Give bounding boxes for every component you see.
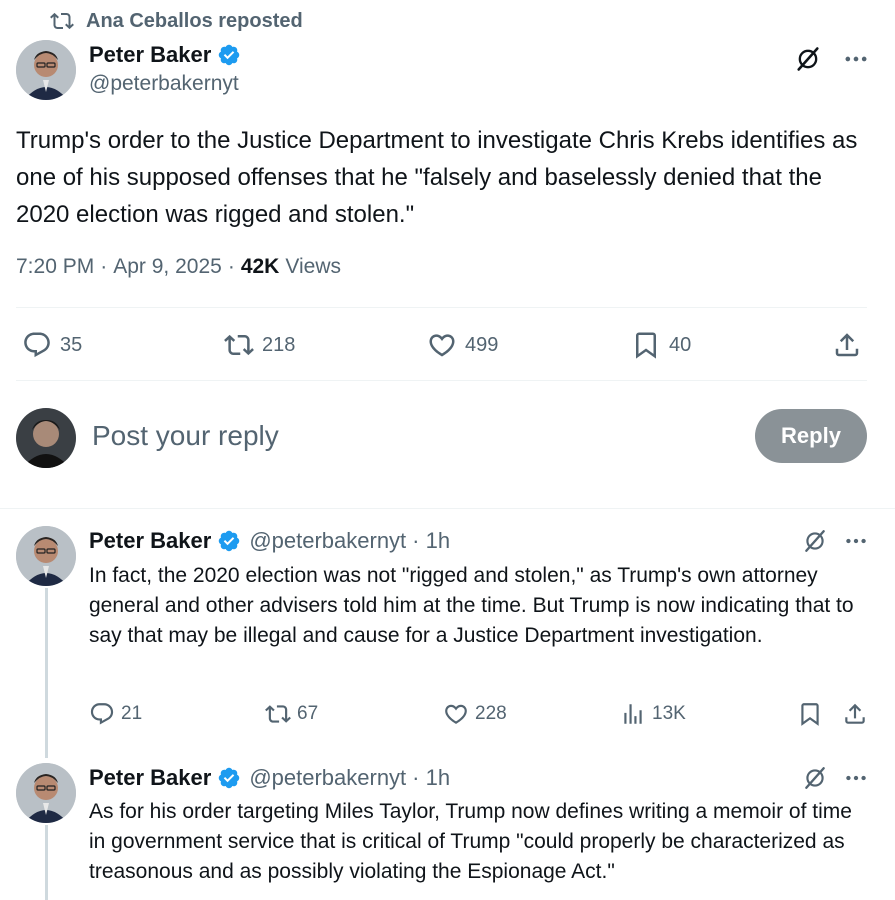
verified-badge-icon — [219, 767, 240, 789]
author-handle[interactable]: @peterbakernyt — [89, 72, 239, 96]
author-handle[interactable]: @peterbakernyt — [249, 528, 406, 554]
repost-count: 218 — [262, 333, 296, 356]
divider — [16, 307, 867, 308]
post-text: As for his order targeting Miles Taylor,… — [89, 800, 852, 883]
views-count: 42K — [240, 255, 280, 278]
share-action[interactable] — [832, 330, 870, 360]
share-icon — [835, 333, 859, 357]
author-handle[interactable]: @peterbakernyt — [249, 765, 406, 791]
reply-action[interactable]: 35 — [22, 330, 82, 360]
more-icon[interactable] — [843, 528, 869, 554]
verified-badge-icon — [219, 530, 240, 552]
verified-badge-icon — [219, 44, 240, 66]
divider — [0, 508, 895, 509]
thread-connector — [45, 588, 48, 758]
post-time[interactable]: · 1h — [412, 765, 450, 791]
views-label: Views — [285, 255, 341, 278]
bookmark-count: 40 — [669, 333, 692, 356]
repost-icon — [265, 705, 291, 723]
author-avatar[interactable] — [16, 526, 76, 586]
post-text: In fact, the 2020 election was not "rigg… — [89, 564, 854, 647]
post-meta: 7:20 PM · Apr 9, 2025 · 42K Views — [16, 255, 341, 279]
repost-action[interactable]: 67 — [265, 701, 318, 727]
reply-header: Peter Baker @peterbakernyt · 1h — [89, 763, 450, 793]
meta-separator: · — [227, 255, 235, 278]
repost-icon — [50, 12, 74, 30]
bookmark-action[interactable] — [797, 701, 829, 727]
share-action[interactable] — [842, 701, 874, 727]
reply-action[interactable]: 21 — [89, 701, 142, 727]
views-action[interactable]: 13K — [620, 701, 686, 727]
reply-button[interactable]: Reply — [755, 409, 867, 463]
views-icon — [624, 704, 642, 724]
author-name-row[interactable]: Peter Baker — [89, 40, 241, 70]
repost-icon — [224, 334, 254, 356]
like-icon — [429, 334, 455, 357]
repost-banner[interactable]: Ana Ceballos reposted — [50, 8, 303, 34]
views-count: 13K — [652, 703, 686, 724]
author-name[interactable]: Peter Baker — [89, 765, 211, 791]
divider — [16, 380, 867, 381]
more-icon[interactable] — [842, 45, 870, 73]
more-icon[interactable] — [843, 765, 869, 791]
author-name[interactable]: Peter Baker — [89, 42, 211, 68]
author-avatar[interactable] — [16, 40, 76, 100]
reply-input[interactable]: Post your reply — [92, 420, 279, 452]
grok-icon[interactable] — [802, 765, 828, 791]
like-action[interactable]: 228 — [443, 701, 507, 727]
repost-text: Ana Ceballos reposted — [86, 9, 303, 32]
post-text: Trump's order to the Justice Department … — [16, 127, 858, 228]
grok-icon[interactable] — [794, 45, 822, 73]
like-count: 228 — [475, 703, 507, 724]
reply-icon — [90, 703, 114, 725]
bookmark-icon — [636, 332, 656, 359]
bookmark-icon — [801, 703, 819, 726]
author-avatar[interactable] — [16, 763, 76, 823]
meta-separator: · — [100, 255, 108, 278]
repost-action[interactable]: 218 — [224, 330, 295, 360]
reply-icon — [24, 332, 50, 358]
like-icon — [445, 704, 467, 724]
thread-connector — [45, 825, 48, 900]
post-time[interactable]: 7:20 PM — [16, 255, 94, 279]
post-date[interactable]: Apr 9, 2025 — [113, 255, 222, 279]
current-user-avatar[interactable] — [16, 408, 76, 468]
post-time[interactable]: · 1h — [412, 528, 450, 554]
author-name[interactable]: Peter Baker — [89, 528, 211, 554]
repost-count: 67 — [297, 703, 319, 724]
bookmark-action[interactable]: 40 — [631, 330, 691, 360]
like-count: 499 — [465, 333, 499, 356]
reply-count: 35 — [60, 333, 83, 356]
share-icon — [845, 703, 865, 724]
like-action[interactable]: 499 — [427, 330, 498, 360]
reply-count: 21 — [121, 703, 143, 724]
grok-icon[interactable] — [802, 528, 828, 554]
reply-header: Peter Baker @peterbakernyt · 1h — [89, 526, 450, 556]
